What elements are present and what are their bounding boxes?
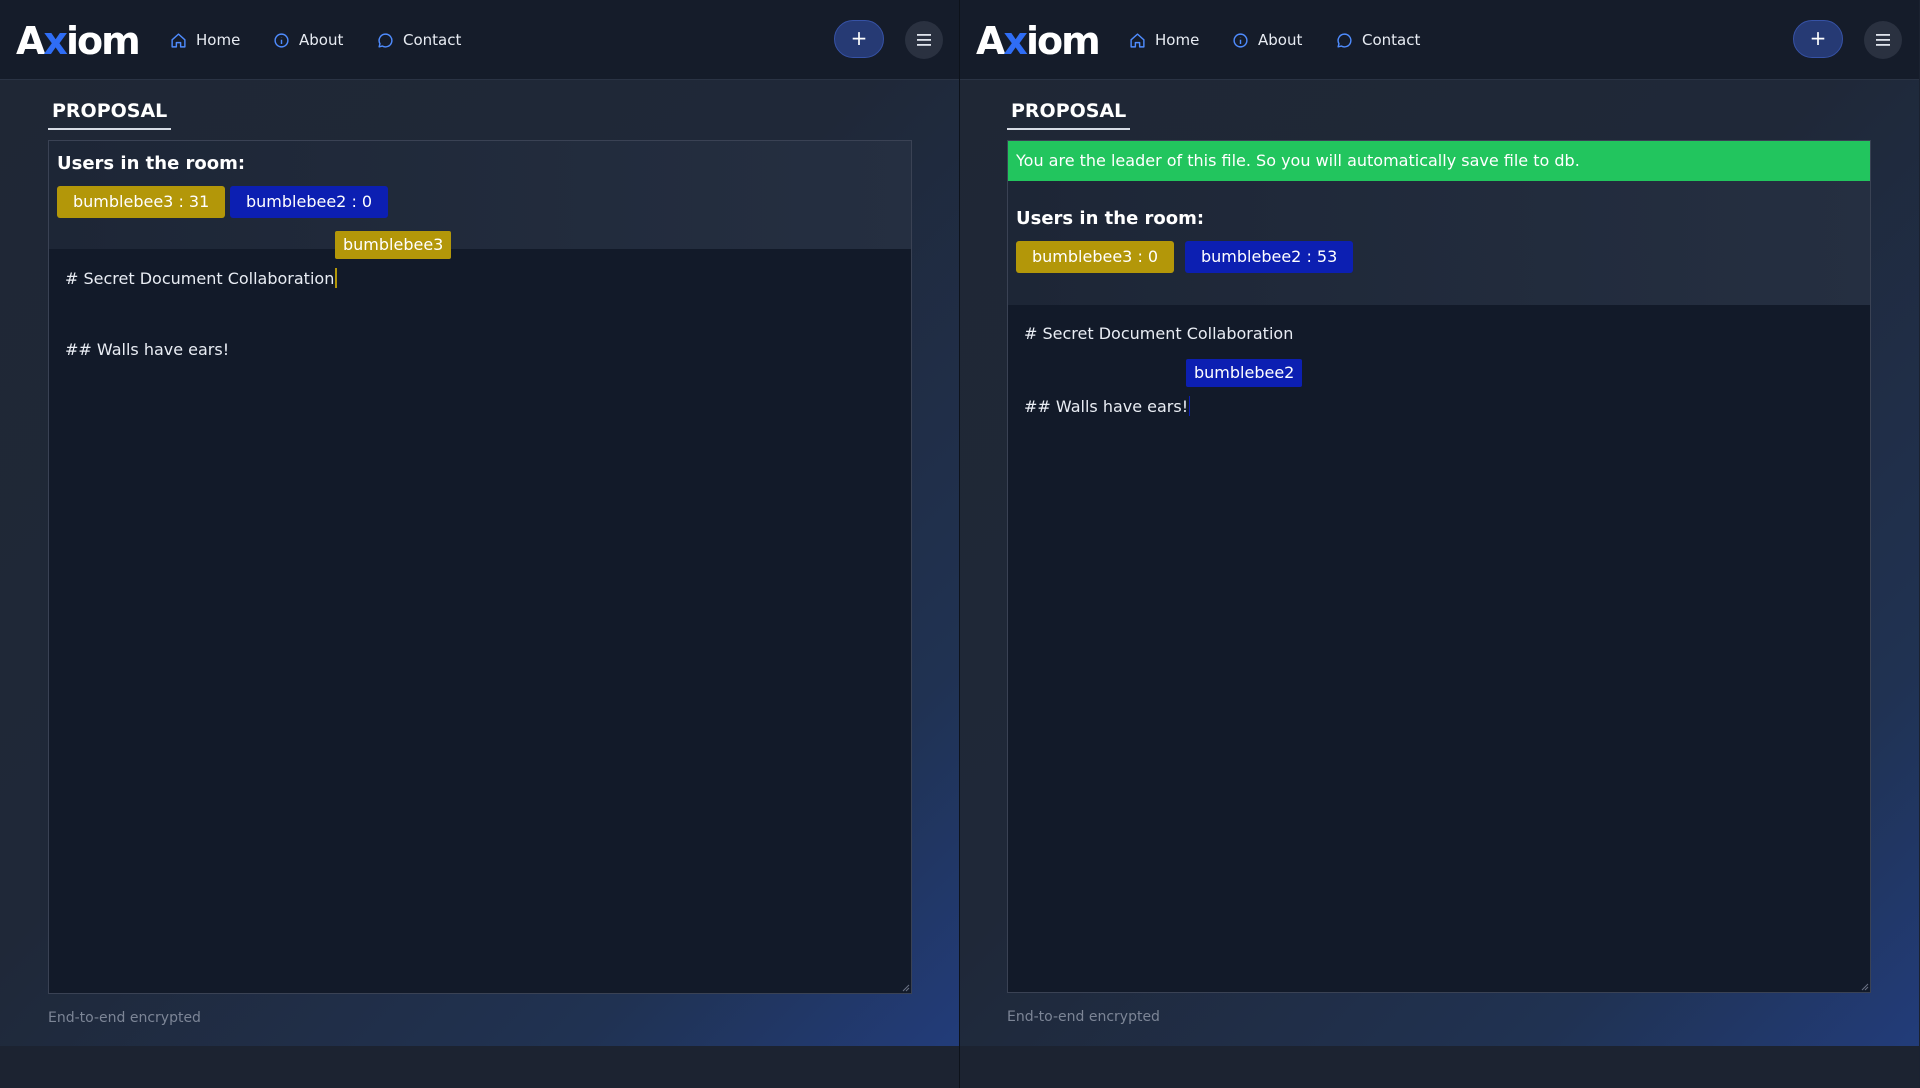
home-icon [171,32,186,48]
tab-proposal[interactable]: PROPOSAL [1007,98,1131,130]
nav-contact-label: Contact [403,31,462,49]
nav-about-link[interactable]: About [273,28,343,52]
logo[interactable]: Axiom [16,18,141,64]
user-badge-bumblebee3: bumblebee3 : 31 [57,186,226,218]
users-title: Users in the room: [1016,208,1205,229]
encryption-note: End-to-end encrypted [1007,1009,1160,1025]
nav-contact-link[interactable]: Contact [1336,28,1420,52]
home-icon [1130,32,1145,48]
navbar: Axiom Home About Contact + [0,0,959,80]
navbar: Axiom Home About Contact + [960,0,1919,80]
user-badge-bumblebee2: bumblebee2 : 53 [1185,241,1354,273]
tab-proposal[interactable]: PROPOSAL [48,98,172,130]
remote-caret [1189,396,1191,416]
add-button[interactable]: + [834,20,884,58]
collab-editor[interactable]: You are the leader of this file. So you … [1007,140,1871,993]
hamburger-icon [917,34,931,46]
text-caret [335,268,338,288]
nav-about-label: About [299,31,344,49]
menu-button[interactable] [905,21,943,59]
resize-grip-icon[interactable] [1859,981,1869,991]
chat-icon [1337,32,1352,48]
nav-about-label: About [1258,31,1303,49]
document-line[interactable]: # Secret Document Collaboration [65,268,338,288]
nav-contact-link[interactable]: Contact [377,28,461,52]
add-button[interactable]: + [1793,20,1843,58]
user-badge-bumblebee2: bumblebee2 : 0 [230,186,389,218]
remote-cursor-label: bumblebee3 [335,231,452,259]
leader-alert: You are the leader of this file. So you … [1008,141,1870,181]
remote-cursor-label: bumblebee2 [1186,359,1303,387]
users-panel: Users in the room: bumblebee3 : 31 bumbl… [49,141,911,249]
user-badge-bumblebee3: bumblebee3 : 0 [1016,241,1175,273]
resize-grip-icon[interactable] [900,982,910,992]
info-icon [1233,32,1248,48]
collab-editor[interactable]: Users in the room: bumblebee3 : 31 bumbl… [48,140,912,994]
bottom-strip [0,1046,959,1088]
users-panel: Users in the room: bumblebee3 : 0 bumble… [1008,181,1870,305]
chat-icon [378,32,393,48]
nav-about-link[interactable]: About [1232,28,1302,52]
info-icon [274,32,289,48]
users-title: Users in the room: [57,153,246,174]
nav-home-label: Home [1155,31,1200,49]
encryption-note: End-to-end encrypted [48,1010,201,1026]
document-line[interactable]: ## Walls have ears! [65,340,229,359]
hamburger-icon [1876,34,1890,46]
nav-contact-label: Contact [1362,31,1421,49]
nav-home-link[interactable]: Home [1129,28,1199,52]
menu-button[interactable] [1864,21,1902,59]
right-window: Axiom Home About Contact + PROPOSAL You … [960,0,1919,1088]
bottom-strip [960,1046,1919,1088]
nav-home-label: Home [196,31,241,49]
nav-home-link[interactable]: Home [170,28,240,52]
left-window: Axiom Home About Contact + PROPOSAL User… [0,0,959,1088]
document-line[interactable]: # Secret Document Collaboration [1024,324,1293,343]
logo[interactable]: Axiom [976,18,1101,64]
document-line[interactable]: ## Walls have ears! [1024,396,1191,416]
